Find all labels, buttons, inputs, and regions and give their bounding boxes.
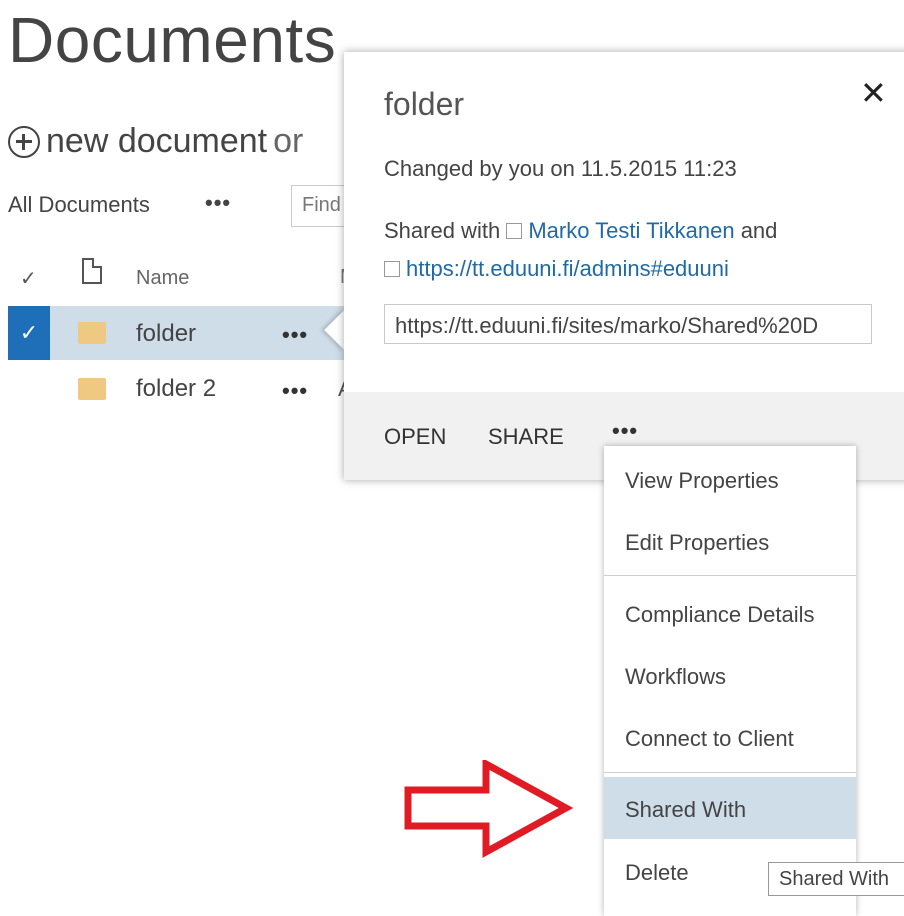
add-circle-icon bbox=[8, 125, 40, 158]
callout-more-button[interactable]: ••• bbox=[612, 418, 638, 444]
row-name-link[interactable]: folder 2 bbox=[136, 375, 216, 403]
tooltip: Shared With bbox=[768, 862, 904, 896]
shared-with-label: Shared with bbox=[384, 218, 501, 243]
new-document-label: new document bbox=[46, 122, 268, 160]
open-button[interactable]: OPEN bbox=[384, 424, 446, 450]
callout-shared-with: Shared with Marko Testi Tikkanen and htt… bbox=[384, 212, 864, 288]
page-title: Documents bbox=[8, 4, 337, 76]
new-document-link[interactable]: new document or bbox=[8, 122, 303, 161]
annotation-arrow-icon bbox=[404, 760, 574, 858]
folder-icon bbox=[78, 322, 106, 344]
close-icon[interactable]: ✕ bbox=[860, 74, 887, 112]
callout-beak-cover bbox=[344, 300, 364, 360]
view-selector-all-documents[interactable]: All Documents bbox=[8, 192, 150, 218]
menu-item-edit-properties[interactable]: Edit Properties bbox=[604, 510, 856, 572]
document-type-icon bbox=[82, 258, 102, 284]
folder-icon bbox=[78, 378, 106, 400]
group-presence-icon bbox=[384, 261, 400, 277]
shared-user-link[interactable]: Marko Testi Tikkanen bbox=[528, 218, 734, 243]
menu-item-compliance-details[interactable]: Compliance Details bbox=[604, 582, 856, 644]
share-button[interactable]: SHARE bbox=[488, 424, 564, 450]
view-more-button[interactable]: ••• bbox=[205, 190, 231, 216]
callout-changed-text: Changed by you on 11.5.2015 11:23 bbox=[384, 156, 737, 181]
row-checkbox-checked-icon[interactable]: ✓ bbox=[8, 306, 50, 360]
row-more-button[interactable]: ••• bbox=[282, 378, 308, 404]
row-name-link[interactable]: folder bbox=[136, 320, 196, 348]
row-more-button[interactable]: ••• bbox=[282, 322, 308, 348]
new-document-or: or bbox=[273, 122, 304, 160]
menu-divider bbox=[604, 772, 856, 773]
shared-and-text: and bbox=[740, 218, 778, 243]
menu-item-connect-to-client[interactable]: Connect to Client bbox=[604, 706, 856, 768]
shared-group-link[interactable]: https://tt.eduuni.fi/admins#eduuni bbox=[406, 256, 729, 281]
menu-item-view-properties[interactable]: View Properties bbox=[604, 448, 856, 510]
callout-title: folder bbox=[384, 86, 465, 122]
user-presence-icon bbox=[506, 223, 523, 239]
column-header-name[interactable]: Name bbox=[136, 267, 189, 290]
menu-divider bbox=[604, 575, 856, 576]
menu-item-shared-with[interactable]: Shared With bbox=[604, 777, 856, 839]
menu-item-workflows[interactable]: Workflows bbox=[604, 644, 856, 706]
context-menu: View Properties Edit Properties Complian… bbox=[604, 446, 856, 916]
document-url-field[interactable]: https://tt.eduuni.fi/sites/marko/Shared%… bbox=[384, 304, 872, 344]
select-all-checkmark-icon[interactable]: ✓ bbox=[20, 266, 37, 291]
